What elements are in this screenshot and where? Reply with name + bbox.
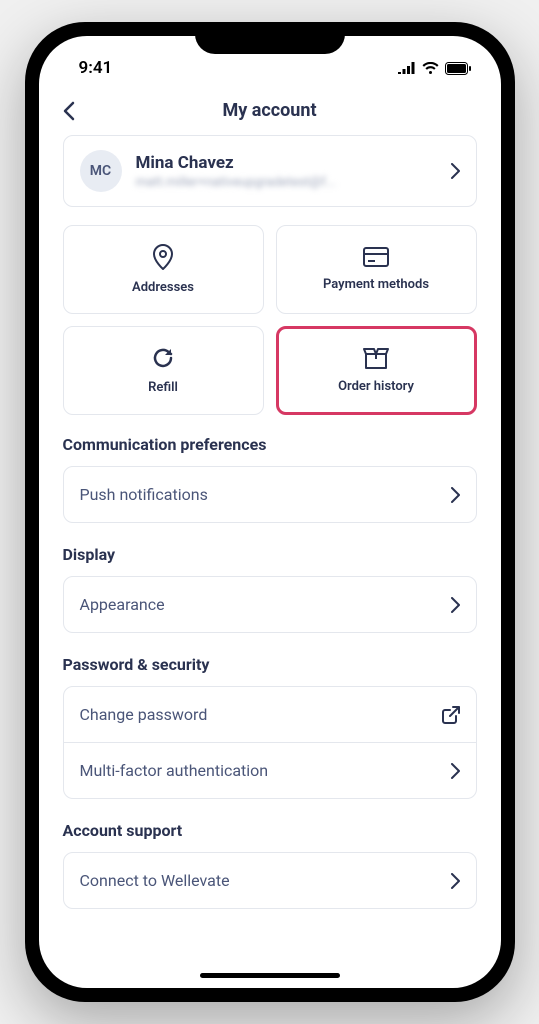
content-area[interactable]: MC Mina Chavez matt.miller+nativeupgrade… xyxy=(39,135,501,987)
chevron-right-icon xyxy=(451,487,460,503)
tile-label: Addresses xyxy=(132,280,194,295)
tile-label: Order history xyxy=(338,379,414,394)
phone-frame: 9:41 My account MC xyxy=(25,22,515,1002)
tile-order-history[interactable]: Order history xyxy=(276,326,477,415)
profile-info: Mina Chavez matt.miller+nativeupgradetes… xyxy=(136,153,437,190)
chevron-right-icon xyxy=(451,873,460,889)
profile-name: Mina Chavez xyxy=(136,153,437,173)
status-time: 9:41 xyxy=(79,58,113,78)
phone-notch xyxy=(195,22,345,54)
credit-card-icon xyxy=(363,247,389,267)
chevron-right-icon xyxy=(451,163,460,179)
profile-card[interactable]: MC Mina Chavez matt.miller+nativeupgrade… xyxy=(63,135,477,207)
profile-email: matt.miller+nativeupgradetest@f... xyxy=(136,175,437,190)
list-item-mfa[interactable]: Multi-factor authentication xyxy=(63,743,477,799)
list-item-push-notifications[interactable]: Push notifications xyxy=(63,466,477,523)
list-item-appearance[interactable]: Appearance xyxy=(63,576,477,633)
list-item-label: Multi-factor authentication xyxy=(80,761,269,780)
section-title-support: Account support xyxy=(63,821,477,840)
tile-label: Refill xyxy=(148,380,178,395)
section-title-communication: Communication preferences xyxy=(63,435,477,454)
external-link-icon xyxy=(442,706,460,724)
section-title-display: Display xyxy=(63,545,477,564)
tile-label: Payment methods xyxy=(323,277,429,292)
list-item-label: Change password xyxy=(80,705,208,724)
location-pin-icon xyxy=(152,244,174,270)
list-item-label: Appearance xyxy=(80,595,165,614)
back-button[interactable] xyxy=(63,101,75,121)
box-icon xyxy=(363,347,389,369)
list-item-label: Push notifications xyxy=(80,485,208,504)
chevron-right-icon xyxy=(451,763,460,779)
tile-addresses[interactable]: Addresses xyxy=(63,225,264,314)
chevron-right-icon xyxy=(451,597,460,613)
battery-icon xyxy=(445,62,471,75)
signal-icon xyxy=(398,62,416,74)
list-item-connect-wellevate[interactable]: Connect to Wellevate xyxy=(63,852,477,909)
status-indicators xyxy=(398,62,471,75)
tile-payment-methods[interactable]: Payment methods xyxy=(276,225,477,314)
section-title-security: Password & security xyxy=(63,655,477,674)
tile-grid: Addresses Payment methods Refill xyxy=(63,225,477,415)
page-title: My account xyxy=(222,100,316,121)
phone-screen: 9:41 My account MC xyxy=(39,36,501,988)
refresh-icon xyxy=(151,346,175,370)
avatar: MC xyxy=(80,150,122,192)
page-header: My account xyxy=(39,86,501,135)
tile-refill[interactable]: Refill xyxy=(63,326,264,415)
home-indicator[interactable] xyxy=(200,973,340,978)
list-item-change-password[interactable]: Change password xyxy=(63,686,477,743)
wifi-icon xyxy=(422,62,439,74)
list-item-label: Connect to Wellevate xyxy=(80,871,230,890)
